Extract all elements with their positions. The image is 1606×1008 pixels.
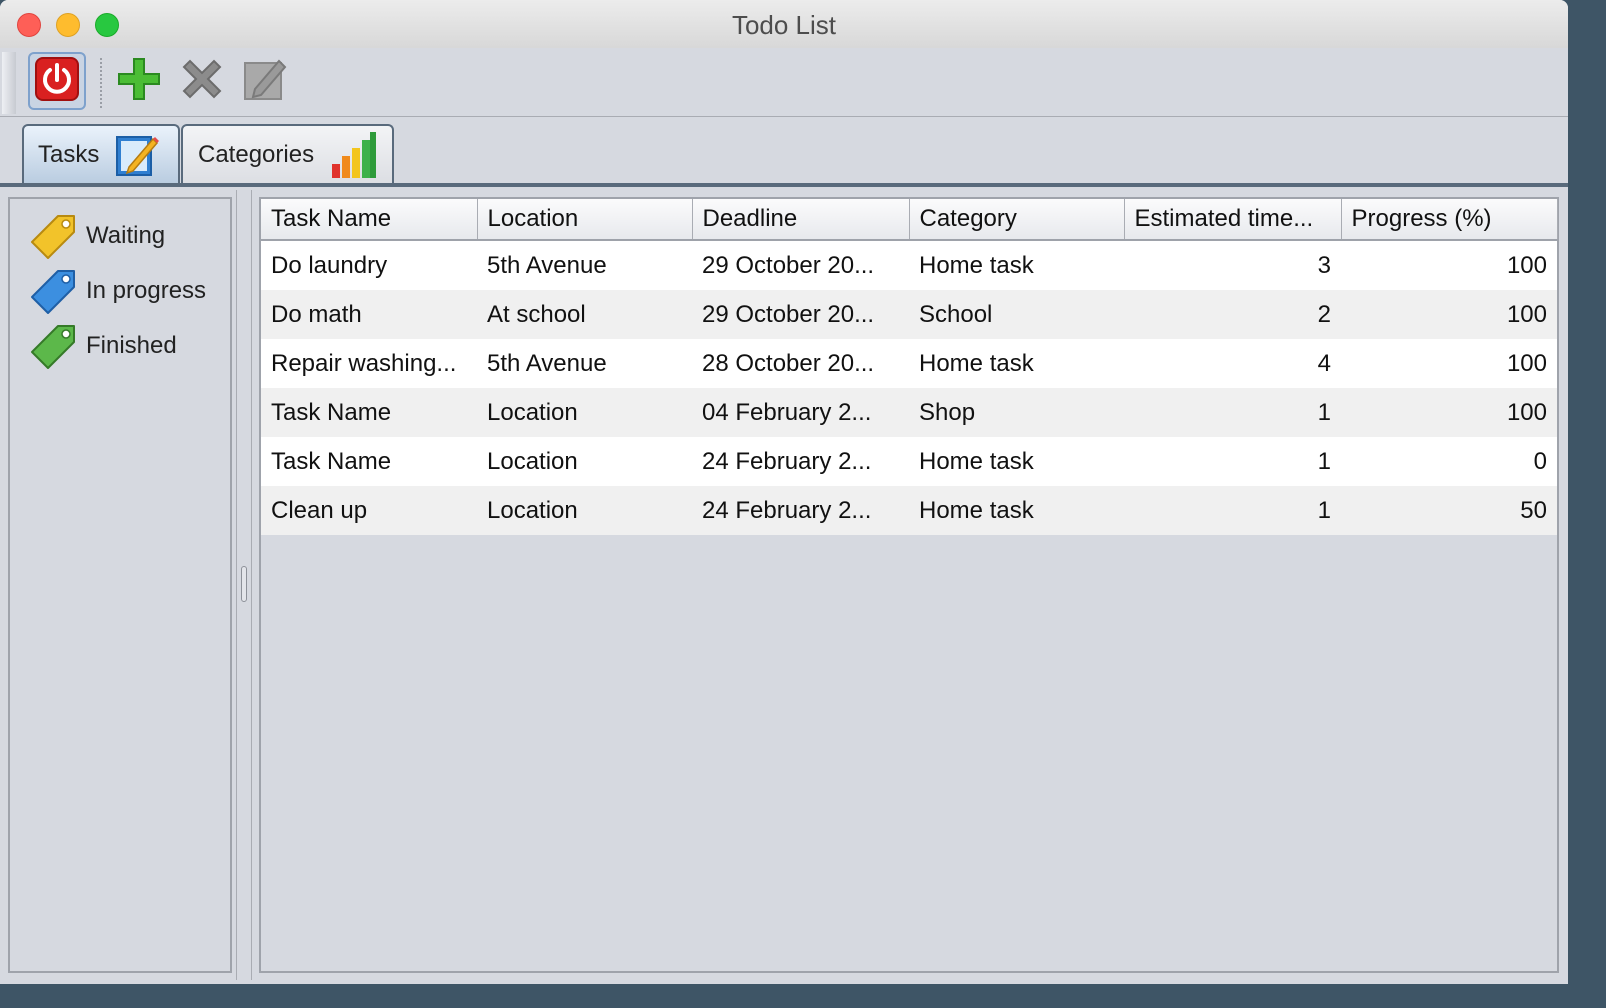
cell-deadline: 29 October 20... — [692, 240, 909, 290]
cell-location: Location — [477, 486, 692, 535]
cell-location: 5th Avenue — [477, 240, 692, 290]
status-item-in-progress[interactable]: In progress — [28, 266, 206, 316]
splitter-handle[interactable] — [241, 566, 247, 602]
cell-deadline: 24 February 2... — [692, 437, 909, 486]
notepad-pencil-icon — [115, 133, 160, 177]
column-header-deadline[interactable]: Deadline — [692, 199, 910, 241]
app-window: Todo List Tasks Categories Waiting In pr… — [0, 0, 1568, 984]
column-header-estimated-time[interactable]: Estimated time... — [1124, 199, 1342, 241]
cell-progress: 100 — [1341, 290, 1557, 339]
cell-category: Home task — [909, 486, 1124, 535]
delete-task-button[interactable] — [173, 52, 231, 110]
table-row[interactable]: Do laundry 5th Avenue 29 October 20... H… — [261, 240, 1557, 290]
toolbar-grip[interactable] — [2, 52, 16, 114]
status-list: Waiting In progress Finished — [8, 197, 232, 973]
status-item-waiting[interactable]: Waiting — [28, 211, 165, 261]
table-row[interactable]: Clean up Location 24 February 2... Home … — [261, 486, 1557, 535]
cell-progress: 100 — [1341, 388, 1557, 437]
cell-estimated-time: 3 — [1124, 240, 1341, 290]
column-header-location[interactable]: Location — [477, 199, 693, 241]
window-title: Todo List — [731, 10, 837, 40]
toolbar-separator — [100, 58, 102, 108]
table-header-row: Task Name Location Deadline Category Est… — [261, 199, 1558, 241]
column-header-progress[interactable]: Progress (%) — [1341, 199, 1558, 241]
cell-deadline: 04 February 2... — [692, 388, 909, 437]
power-button[interactable] — [28, 52, 86, 110]
tag-yellow-icon — [28, 212, 78, 260]
tasks-table: Task Name Location Deadline Category Est… — [261, 199, 1558, 535]
cell-task-name: Do laundry — [261, 240, 477, 290]
add-task-button[interactable] — [110, 52, 168, 110]
cell-estimated-time: 1 — [1124, 388, 1341, 437]
tab-categories-label: Categories — [198, 141, 315, 168]
column-header-category[interactable]: Category — [909, 199, 1125, 241]
cell-task-name: Clean up — [261, 486, 477, 535]
title-bar: Todo List — [0, 0, 1568, 49]
delete-icon — [178, 55, 226, 108]
split-pane-divider[interactable] — [236, 190, 252, 980]
cell-location: Location — [477, 388, 692, 437]
tab-categories[interactable]: Categories — [181, 124, 394, 184]
toolbar — [0, 48, 1568, 117]
status-label: Waiting — [86, 222, 166, 249]
cell-task-name: Do math — [261, 290, 477, 339]
power-icon — [34, 56, 80, 107]
status-label: Finished — [86, 332, 177, 359]
cell-task-name: Task Name — [261, 437, 477, 486]
tab-tasks[interactable]: Tasks — [22, 124, 180, 184]
cell-location: 5th Avenue — [477, 339, 692, 388]
add-icon — [115, 55, 163, 108]
cell-task-name: Repair washing... — [261, 339, 477, 388]
cell-estimated-time: 2 — [1124, 290, 1341, 339]
cell-category: School — [909, 290, 1124, 339]
cell-progress: 50 — [1341, 486, 1557, 535]
table-row[interactable]: Task Name Location 24 February 2... Home… — [261, 437, 1557, 486]
cell-location: At school — [477, 290, 692, 339]
cell-category: Home task — [909, 437, 1124, 486]
tag-green-icon — [28, 322, 78, 370]
tag-blue-icon — [28, 267, 78, 315]
cell-deadline: 29 October 20... — [692, 290, 909, 339]
cell-estimated-time: 1 — [1124, 486, 1341, 535]
edit-icon — [241, 55, 289, 108]
table-row[interactable]: Do math At school 29 October 20... Schoo… — [261, 290, 1557, 339]
status-label: In progress — [86, 277, 207, 304]
edit-task-button[interactable] — [236, 52, 294, 110]
cell-deadline: 24 February 2... — [692, 486, 909, 535]
table-row[interactable]: Task Name Location 04 February 2... Shop… — [261, 388, 1557, 437]
bar-chart-icon — [330, 130, 378, 180]
cell-progress: 100 — [1341, 240, 1557, 290]
cell-estimated-time: 4 — [1124, 339, 1341, 388]
tab-tasks-label: Tasks — [38, 141, 100, 168]
cell-deadline: 28 October 20... — [692, 339, 909, 388]
column-header-task-name[interactable]: Task Name — [261, 199, 478, 241]
cell-category: Home task — [909, 240, 1124, 290]
cell-category: Shop — [909, 388, 1124, 437]
table-row[interactable]: Repair washing... 5th Avenue 28 October … — [261, 339, 1557, 388]
tasks-table-container: Task Name Location Deadline Category Est… — [259, 197, 1559, 973]
cell-task-name: Task Name — [261, 388, 477, 437]
status-item-finished[interactable]: Finished — [28, 321, 177, 371]
tab-divider — [0, 183, 1568, 187]
cell-category: Home task — [909, 339, 1124, 388]
cell-progress: 100 — [1341, 339, 1557, 388]
cell-location: Location — [477, 437, 692, 486]
cell-estimated-time: 1 — [1124, 437, 1341, 486]
cell-progress: 0 — [1341, 437, 1557, 486]
tab-bar: Tasks Categories — [0, 117, 1568, 185]
